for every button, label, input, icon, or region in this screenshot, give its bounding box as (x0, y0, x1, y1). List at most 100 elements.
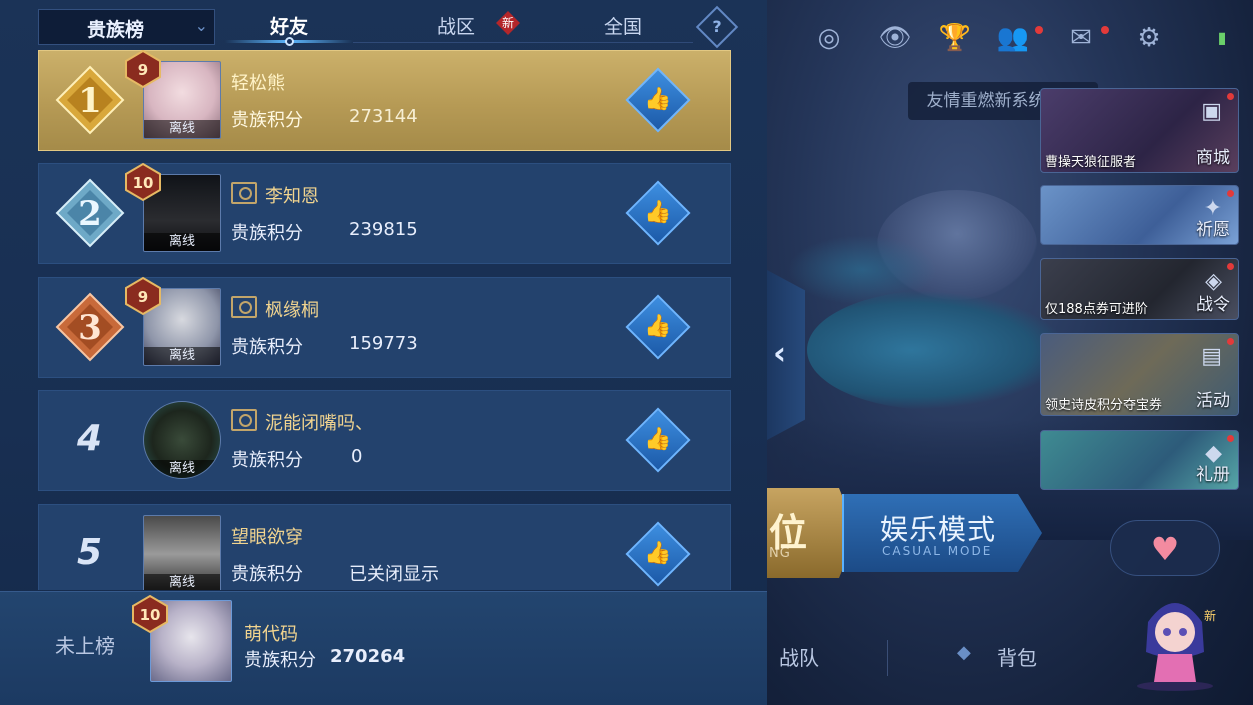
like-button[interactable]: 👍 (625, 180, 691, 246)
whale-art (807, 290, 1067, 410)
thumbs-up-icon: 👍 (644, 87, 672, 112)
dropdown-label: 贵族榜 (87, 19, 145, 41)
avatar[interactable]: 离线 (143, 401, 221, 479)
nav-backpack[interactable]: 背包 (997, 642, 1037, 671)
level-badge: 10 (132, 594, 168, 634)
svg-text:1: 1 (78, 81, 102, 121)
score-label: 贵族积分 (231, 110, 303, 131)
table-row[interactable]: 2 离线 10 李知恩 贵族积分 239815 👍 (38, 162, 731, 264)
table-row[interactable]: 3 离线 9 枫缘桐 贵族积分 159773 👍 (38, 276, 731, 378)
notify-dot (1227, 190, 1234, 197)
tab-region[interactable]: 战区 (437, 12, 475, 39)
friends-icon[interactable]: 👥 (993, 18, 1033, 58)
side-card-caption: 领史诗皮积分夺宝券 (1045, 398, 1163, 413)
chevron-left-icon: ‹ (773, 334, 787, 372)
my-name: 萌代码 (244, 624, 298, 645)
shop-icon: ▣ (1201, 99, 1222, 124)
board-type-dropdown[interactable]: 贵族榜 ⌄ (38, 9, 215, 45)
noble-badge-icon (231, 296, 257, 318)
score-label: 贵族积分 (231, 223, 303, 244)
side-card-shop[interactable]: ▣ 曹操天狼征服者 商城 (1040, 88, 1239, 173)
notify-dot (1227, 435, 1234, 442)
event-icon: ▤ (1201, 344, 1222, 369)
casual-mode-sub: CASUAL MODE (882, 544, 993, 558)
like-button[interactable]: 👍 (625, 407, 691, 473)
side-card-event[interactable]: ▤ 领史诗皮积分夺宝券 活动 (1040, 333, 1239, 416)
rank-1-badge: 1 (55, 65, 125, 135)
heart-bubble-button[interactable]: ♥ (1110, 520, 1220, 576)
offline-label: 离线 (144, 120, 220, 138)
offline-label: 离线 (144, 233, 220, 251)
tab-national[interactable]: 全国 (604, 12, 642, 39)
active-tab-dot (285, 37, 294, 46)
table-row[interactable]: 4 离线 泥能闭嘴吗、 贵族积分 0 👍 (38, 390, 731, 491)
help-button[interactable]: ? (695, 5, 739, 49)
offline-label: 离线 (144, 347, 220, 365)
unranked-label: 未上榜 (55, 634, 115, 658)
my-score-value: 270264 (330, 646, 406, 667)
backpack-icon: ◆ (957, 642, 971, 663)
side-card-pass[interactable]: ◈ 仅188点券可进阶 战令 (1040, 258, 1239, 320)
thumbs-up-icon: 👍 (644, 314, 672, 339)
svg-text:10: 10 (133, 174, 154, 192)
score-value: 0 (351, 446, 363, 467)
svg-text:3: 3 (78, 308, 102, 348)
player-name: 泥能闭嘴吗、 (265, 413, 373, 434)
thumbs-up-icon: 👍 (644, 427, 672, 452)
player-name: 枫缘桐 (265, 300, 319, 321)
nav-team[interactable]: 战队 (779, 642, 819, 671)
trophy-icon[interactable]: 🏆 (935, 18, 975, 58)
offline-label: 离线 (144, 574, 220, 590)
tab-friends[interactable]: 好友 (270, 12, 308, 39)
leaderboard-list[interactable]: 1 离线 9 轻松熊 贵族积分 273144 👍 2 离线 10 李知恩 贵族积… (38, 50, 731, 590)
score-label: 贵族积分 (231, 450, 303, 471)
side-card-gift[interactable]: ◆ 礼册 (1040, 430, 1239, 490)
side-card-wish[interactable]: ✦ 祈愿 (1040, 185, 1239, 245)
thumbs-up-icon: 👍 (644, 200, 672, 225)
rank-number: 4 (77, 418, 103, 459)
svg-text:9: 9 (138, 288, 148, 306)
help-icon: ? (712, 17, 722, 36)
battery-icon: ▮ (1217, 28, 1227, 47)
noble-badge-icon (231, 182, 257, 204)
level-badge: 9 (125, 50, 161, 89)
like-button[interactable]: 👍 (625, 294, 691, 360)
table-row[interactable]: 5 离线 望眼欲穿 贵族积分 已关闭显示 👍 (38, 504, 731, 590)
notify-dot (1227, 263, 1234, 270)
side-card-caption: 仅188点券可进阶 (1045, 302, 1148, 317)
player-name: 李知恩 (265, 186, 319, 207)
new-badge: 新 (496, 11, 520, 35)
score-label: 贵族积分 (244, 650, 316, 671)
rank-number: 5 (77, 532, 103, 573)
score-label: 贵族积分 (231, 337, 303, 358)
avatar[interactable]: 离线 (143, 515, 221, 590)
rank-3-badge: 3 (55, 292, 125, 362)
nav-divider (887, 640, 888, 676)
ranked-mode-sub: NG (769, 546, 791, 561)
offline-label: 离线 (144, 460, 220, 478)
lobby-bottom-nav: 战队 ◆ 背包 (767, 630, 1253, 690)
level-badge: 9 (125, 276, 161, 316)
casual-mode-button[interactable]: 娱乐模式 CASUAL MODE (842, 494, 1042, 572)
table-row[interactable]: 1 离线 9 轻松熊 贵族积分 273144 👍 (38, 50, 731, 151)
chibi-new-badge: 新 (1204, 608, 1216, 623)
side-card-label: 战令 (1196, 295, 1230, 315)
eye-icon[interactable]: 👁 (875, 18, 915, 58)
notify-dot (1227, 338, 1234, 345)
svg-text:9: 9 (138, 61, 148, 79)
svg-text:2: 2 (78, 194, 102, 234)
mail-notify-dot (1101, 26, 1109, 34)
noble-badge-icon (231, 409, 257, 431)
player-name: 轻松熊 (231, 73, 285, 94)
target-icon[interactable]: ◎ (809, 18, 849, 58)
svg-text:10: 10 (140, 606, 161, 624)
collapse-panel-button[interactable]: ‹ (767, 270, 805, 440)
like-button[interactable]: 👍 (625, 67, 691, 133)
casual-mode-text: 娱乐模式 (880, 513, 997, 546)
player-name: 望眼欲穿 (231, 527, 303, 548)
gear-icon[interactable]: ⚙ (1129, 18, 1169, 58)
lobby-top-icons: ◎ 👁 🏆 👥 ✉ ⚙ ▮ (767, 18, 1253, 62)
mail-icon[interactable]: ✉ (1061, 18, 1101, 58)
like-button[interactable]: 👍 (625, 521, 691, 587)
side-card-label: 礼册 (1196, 465, 1230, 485)
